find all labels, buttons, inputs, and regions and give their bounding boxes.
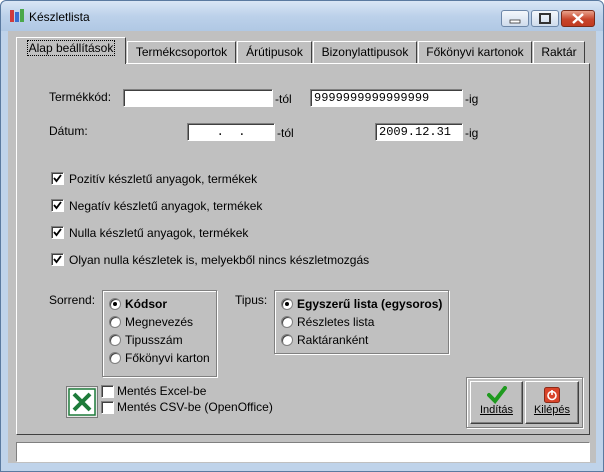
date-from-input[interactable]: . .: [187, 123, 275, 141]
export-csv-label[interactable]: Mentés CSV-be (OpenOffice): [117, 400, 273, 414]
close-icon: [572, 13, 584, 24]
tab-label: Árútipusok: [246, 45, 303, 59]
client-area: Alap beállítások Termékcsoportok Árútipu…: [8, 31, 596, 463]
date-label: Dátum:: [49, 124, 88, 138]
date-from-suffix: -tól: [277, 126, 294, 140]
start-button[interactable]: Indítás: [470, 381, 523, 424]
sort-option-tipusszam[interactable]: Tipusszám: [125, 333, 183, 347]
window: Készletlista Alap beállítások Termékcsop…: [0, 0, 604, 472]
product-code-label: Termékkód:: [49, 90, 112, 104]
tab-alap-beallitasok[interactable]: Alap beállítások: [16, 37, 126, 64]
checkmark-icon: [486, 386, 507, 404]
sort-radio-group: Kódsor Megnevezés Tipusszám Főkönyvi kar…: [102, 290, 217, 377]
checkbox-zero-box[interactable]: [51, 226, 64, 239]
checkbox-zero-no-movement-label: Olyan nulla készletek is, melyekből ninc…: [69, 253, 370, 267]
title-bar[interactable]: Készletlista: [1, 1, 603, 31]
type-radio-simple[interactable]: [281, 298, 293, 310]
tab-arutipusok[interactable]: Árútipusok: [237, 41, 312, 63]
tab-label: Alap beállítások: [26, 40, 116, 56]
maximize-button[interactable]: [531, 10, 559, 27]
date-to-suffix: -ig: [465, 126, 479, 140]
export-excel-label[interactable]: Mentés Excel-be: [117, 384, 206, 398]
export-excel-checkbox[interactable]: [101, 385, 114, 398]
type-option-by-warehouse[interactable]: Raktáranként: [297, 333, 368, 347]
sort-radio-megnevezes[interactable]: [109, 316, 121, 328]
tab-label: Főkönyvi kartonok: [426, 45, 524, 59]
window-title: Készletlista: [29, 10, 90, 24]
type-radio-detailed[interactable]: [281, 316, 293, 328]
sort-radio-kodsor[interactable]: [109, 298, 121, 310]
radio-dot: [285, 302, 289, 306]
tab-label: Bizonylattipusok: [321, 45, 409, 59]
exit-button-label: Kilépés: [533, 404, 571, 416]
checkbox-negative-label: Negatív készletű anyagok, termékek: [69, 199, 263, 213]
check-icon: [53, 228, 62, 237]
product-code-from-input[interactable]: [123, 89, 273, 107]
tab-termekcsoportok[interactable]: Termékcsoportok: [127, 41, 236, 63]
sort-option-fokonyvi[interactable]: Főkönyvi karton: [125, 351, 210, 365]
checkbox-positive-label: Pozitív készletű anyagok, termékek: [69, 172, 258, 186]
sort-radio-fokonyvi[interactable]: [109, 352, 121, 364]
product-code-from-suffix: -tól: [275, 92, 292, 106]
status-bar: [16, 442, 590, 462]
start-button-label: Indítás: [479, 404, 514, 416]
export-csv-checkbox[interactable]: [101, 401, 114, 414]
sort-label: Sorrend:: [49, 293, 96, 307]
excel-icon: [66, 386, 98, 418]
exit-button[interactable]: Kilépés: [525, 381, 579, 424]
sort-option-megnevezes[interactable]: Megnevezés: [125, 315, 193, 329]
type-option-detailed[interactable]: Részletes lista: [297, 315, 374, 329]
settings-panel: Termékkód: -tól 9999999999999999 -ig Dát…: [16, 63, 590, 435]
minimize-icon: [509, 19, 521, 24]
product-code-to-input[interactable]: 9999999999999999: [310, 89, 463, 107]
maximize-icon: [539, 13, 551, 24]
date-to-input[interactable]: 2009.12.31: [375, 123, 463, 141]
tab-label: Raktár: [541, 45, 577, 59]
minimize-button[interactable]: [501, 10, 529, 27]
tab-bizonylattipusok[interactable]: Bizonylattipusok: [313, 41, 417, 63]
checkbox-zero-label: Nulla készletű anyagok, termékek: [69, 226, 249, 240]
tab-raktar[interactable]: Raktár: [533, 41, 585, 63]
sort-radio-tipusszam[interactable]: [109, 334, 121, 346]
radio-dot: [113, 302, 117, 306]
type-label: Tipus:: [235, 293, 268, 307]
tab-fokonyvi-kartonok[interactable]: Főkönyvi kartonok: [418, 41, 532, 63]
check-icon: [53, 174, 62, 183]
close-button[interactable]: [561, 10, 595, 27]
exit-icon: [544, 387, 560, 403]
checkbox-negative-box[interactable]: [51, 199, 64, 212]
app-icon: [10, 9, 24, 22]
sort-option-kodsor[interactable]: Kódsor: [125, 297, 167, 311]
type-option-simple[interactable]: Egyszerű lista (egysoros): [297, 297, 442, 311]
tab-label: Termékcsoportok: [135, 45, 228, 59]
checkbox-zero-no-movement-box[interactable]: [51, 253, 64, 266]
check-icon: [53, 201, 62, 210]
checkbox-positive-box[interactable]: [51, 172, 64, 185]
type-radio-group: Egyszerű lista (egysoros) Részletes list…: [274, 290, 449, 354]
check-icon: [53, 255, 62, 264]
product-code-to-suffix: -ig: [465, 92, 479, 106]
type-radio-by-warehouse[interactable]: [281, 334, 293, 346]
